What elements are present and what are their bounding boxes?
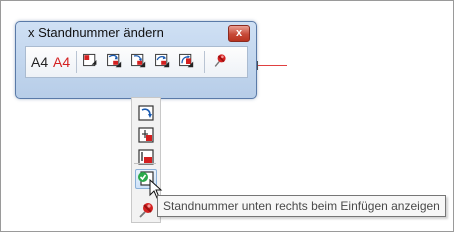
- number-right-icon: [179, 53, 194, 68]
- position-top-right-button[interactable]: [106, 52, 126, 72]
- change-number-toolbar-window: x Standnummer ändern x A4 A4: [15, 21, 257, 99]
- menu-separator: [134, 163, 156, 164]
- font-size-a4-red-button[interactable]: A4: [53, 54, 70, 70]
- number-center-right-icon: [138, 127, 154, 143]
- number-top-left-icon: [83, 53, 97, 67]
- workspace-canvas: x Standnummer ändern x A4 A4 Standnummer…: [0, 0, 454, 232]
- pushpin-icon: [214, 54, 226, 67]
- pin-item[interactable]: [137, 199, 157, 219]
- rotate-number-item[interactable]: [137, 104, 155, 122]
- pushpin-icon: [139, 203, 153, 218]
- toolbar-separator: [204, 51, 205, 73]
- font-size-a4-button[interactable]: A4: [31, 54, 48, 70]
- number-bottom-right-icon: [131, 53, 146, 68]
- window-titlebar[interactable]: x Standnummer ändern x: [16, 22, 256, 44]
- a4-label: A4: [31, 54, 49, 70]
- close-icon: x: [235, 27, 243, 39]
- toolbar: A4 A4: [25, 46, 248, 78]
- window-title: x Standnummer ändern: [28, 25, 164, 40]
- position-bottom-left-button[interactable]: [154, 52, 174, 72]
- a4-red-label: A4: [53, 54, 71, 70]
- position-top-left-button[interactable]: [82, 52, 102, 72]
- position-right-button[interactable]: [178, 52, 198, 72]
- drawing-line-red: [257, 65, 287, 66]
- pin-button[interactable]: [212, 52, 232, 72]
- toolbar-separator: [76, 51, 77, 73]
- number-bottom-left-icon: [155, 53, 170, 68]
- close-button[interactable]: x: [228, 25, 250, 42]
- position-bottom-right-button[interactable]: [130, 52, 150, 72]
- position-center-right-item[interactable]: [137, 126, 155, 144]
- tooltip: Standnummer unten rechts beim Einfügen a…: [157, 195, 446, 217]
- rotate-arrow-icon: [138, 105, 154, 121]
- number-top-right-icon: [107, 53, 122, 68]
